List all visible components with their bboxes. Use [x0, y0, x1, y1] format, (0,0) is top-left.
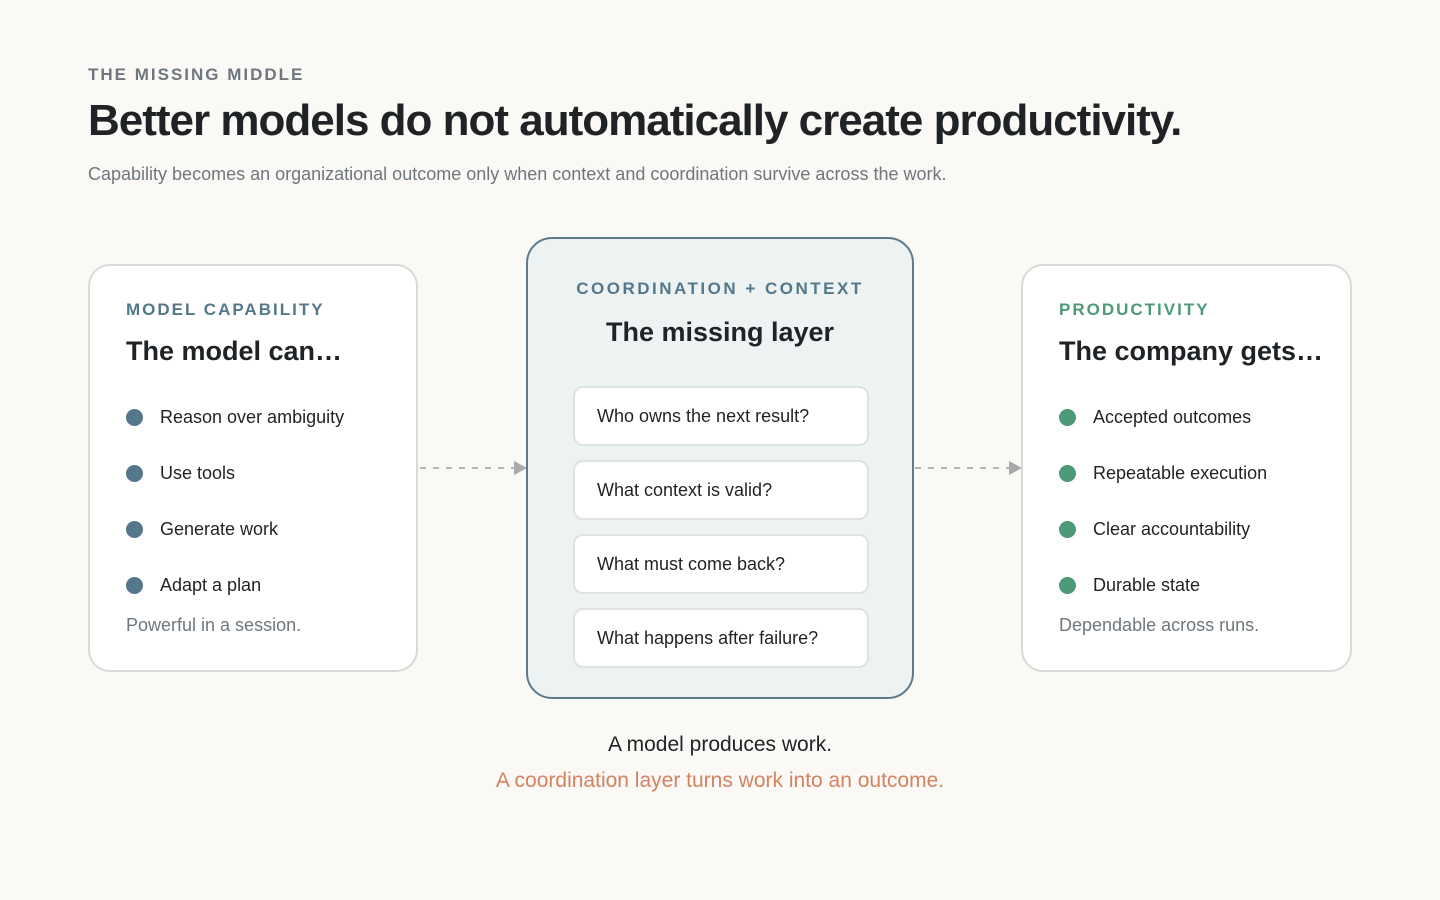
- card-note: Dependable across runs.: [1059, 615, 1260, 635]
- list-item-label: Accepted outcomes: [1093, 406, 1252, 427]
- list-item: Clear accountability: [1059, 501, 1314, 557]
- question-box: What must come back?: [573, 534, 869, 594]
- list-item: Generate work: [126, 501, 380, 557]
- question-box: Who owns the next result?: [573, 386, 869, 446]
- page-title: Better models do not automatically creat…: [88, 96, 1182, 145]
- list-item-label: Use tools: [160, 462, 236, 483]
- productivity-list: Accepted outcomes Repeatable execution C…: [1059, 389, 1314, 613]
- bullet-dot-icon: [126, 576, 143, 594]
- list-item-label: Durable state: [1093, 574, 1201, 595]
- footer-highlight: A coordination layer turns work into an …: [495, 769, 945, 792]
- list-item-label: Adapt a plan: [160, 574, 262, 595]
- capability-list: Reason over ambiguity Use tools Generate…: [126, 389, 380, 613]
- list-item: Accepted outcomes: [1059, 389, 1314, 445]
- bullet-dot-icon: [1059, 408, 1076, 426]
- bullet-dot-icon: [1059, 576, 1076, 594]
- left-connector-arrow-icon: [420, 461, 527, 475]
- card-label: MODEL CAPABILITY: [126, 300, 325, 319]
- productivity-card: PRODUCTIVITY The company gets… Accepted …: [1021, 264, 1352, 672]
- model-capability-card: MODEL CAPABILITY The model can… Reason o…: [88, 264, 418, 672]
- right-connector-arrow-icon: [915, 461, 1022, 475]
- bullet-dot-icon: [126, 464, 143, 482]
- card-label: COORDINATION + CONTEXT: [576, 279, 864, 298]
- subtitle: Capability becomes an organizational out…: [88, 164, 947, 184]
- list-item-label: Clear accountability: [1093, 518, 1251, 539]
- bullet-dot-icon: [126, 408, 143, 426]
- list-item: Adapt a plan: [126, 557, 380, 613]
- card-title: The missing layer: [605, 317, 835, 347]
- list-item: Use tools: [126, 445, 380, 501]
- card-label: PRODUCTIVITY: [1059, 300, 1210, 319]
- bullet-dot-icon: [1059, 464, 1076, 482]
- bullet-dot-icon: [1059, 520, 1076, 538]
- list-item-label: Repeatable execution: [1093, 462, 1268, 483]
- card-title: The model can…: [126, 336, 343, 366]
- question-box: What happens after failure?: [573, 608, 869, 668]
- question-box: What context is valid?: [573, 460, 869, 520]
- list-item: Durable state: [1059, 557, 1314, 613]
- card-title: The company gets…: [1059, 336, 1324, 366]
- eyebrow: THE MISSING MIDDLE: [88, 65, 305, 84]
- bullet-dot-icon: [126, 520, 143, 538]
- footer-statement: A model produces work.: [607, 733, 833, 756]
- list-item: Repeatable execution: [1059, 445, 1314, 501]
- list-item-label: Generate work: [160, 518, 279, 539]
- list-item-label: Reason over ambiguity: [160, 406, 345, 427]
- card-note: Powerful in a session.: [126, 615, 302, 635]
- coordination-context-card: COORDINATION + CONTEXT The missing layer…: [526, 237, 914, 699]
- list-item: Reason over ambiguity: [126, 389, 380, 445]
